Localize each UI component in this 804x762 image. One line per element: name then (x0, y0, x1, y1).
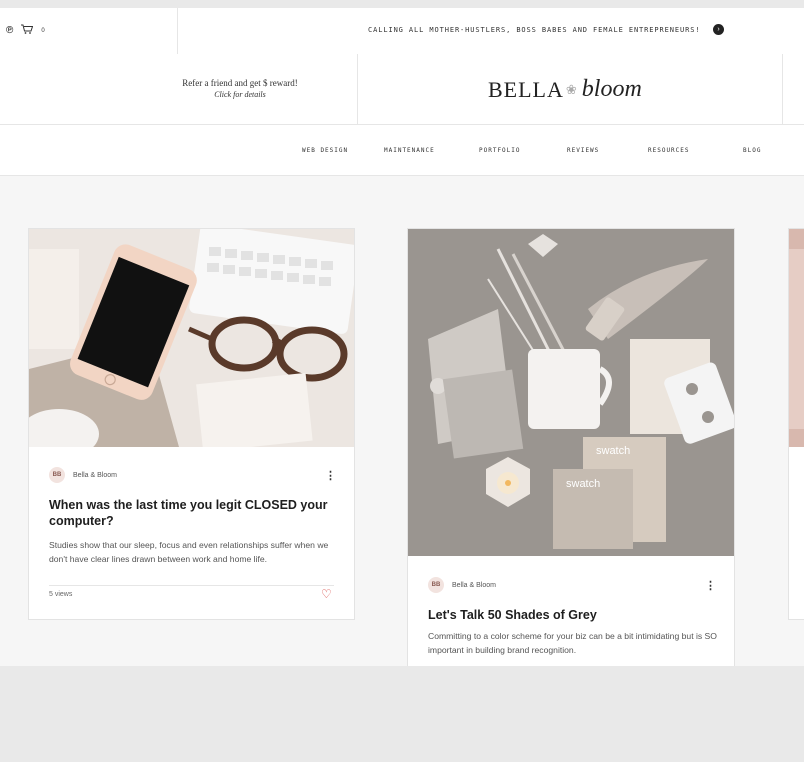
site-logo[interactable]: BELLA ❀ bloom (488, 76, 642, 103)
divider (177, 8, 178, 54)
post-image-desk-phone-glasses[interactable] (29, 229, 354, 447)
logo-text-bella: BELLA (488, 76, 564, 102)
post-title[interactable]: When was the last time you legit CLOSED … (49, 497, 334, 529)
pinterest-icon[interactable]: ℗ (6, 25, 13, 36)
cart-count: 0 (41, 27, 45, 34)
main-nav: WEB DESIGN MAINTENANCE PORTFOLIO REVIEWS… (0, 125, 804, 176)
announcement-text[interactable]: CALLING ALL MOTHER-HUSTLERS, BOSS BABES … (368, 26, 700, 34)
divider (782, 54, 783, 124)
nav-reviews[interactable]: REVIEWS (567, 147, 599, 154)
nav-maintenance[interactable]: MAINTENANCE (384, 147, 435, 154)
divider (49, 585, 334, 586)
flower-icon: ❀ (565, 81, 578, 97)
arrow-right-icon[interactable]: › (713, 24, 724, 35)
site-header: Refer a friend and get $ reward! Click f… (0, 54, 804, 125)
cart-icon[interactable] (21, 24, 34, 37)
swatch-label: swatch (566, 478, 600, 490)
divider (357, 54, 358, 124)
nav-resources[interactable]: RESOURCES (648, 147, 690, 154)
post-author[interactable]: BB Bella & Bloom (428, 577, 496, 593)
post-title[interactable]: Let's Talk 50 Shades of Grey (428, 607, 713, 623)
social-cart-icons: ℗ 0 (6, 24, 45, 37)
author-avatar: BB (49, 467, 65, 483)
referral-text: Refer a friend and get $ reward! (182, 78, 298, 88)
blog-post-card[interactable]: BB Bella & Bloom ⋮ When was the last tim… (28, 228, 355, 620)
post-excerpt: Committing to a color scheme for your bi… (428, 631, 717, 655)
author-avatar: BB (428, 577, 444, 593)
post-image-grey-flatlay[interactable]: swatch swatch (408, 229, 734, 556)
nav-web-design[interactable]: WEB DESIGN (302, 147, 348, 154)
author-name: Bella & Bloom (73, 471, 117, 479)
top-bar: ℗ 0 CALLING ALL MOTHER-HUSTLERS, BOSS BA… (0, 8, 804, 55)
logo-text-bloom: bloom (581, 76, 642, 102)
post-excerpt: Studies show that our sleep, focus and e… (49, 540, 329, 564)
blog-post-card[interactable] (788, 228, 804, 620)
author-name: Bella & Bloom (452, 581, 496, 589)
post-image[interactable] (789, 229, 804, 447)
view-count: 5 views (49, 591, 73, 598)
more-options-icon[interactable]: ⋮ (325, 469, 336, 482)
nav-portfolio[interactable]: PORTFOLIO (479, 147, 521, 154)
swatch-label: swatch (596, 445, 630, 457)
post-author[interactable]: BB Bella & Bloom (49, 467, 117, 483)
nav-blog[interactable]: BLOG (743, 147, 761, 154)
referral-subtext: Click for details (214, 90, 266, 99)
heart-icon[interactable]: ♡ (321, 587, 332, 601)
blog-post-card[interactable]: swatch swatch BB Bella & Bloom ⋮ Let's T… (407, 228, 735, 666)
more-options-icon[interactable]: ⋮ (705, 579, 716, 592)
browser-page: ℗ 0 CALLING ALL MOTHER-HUSTLERS, BOSS BA… (0, 8, 804, 666)
referral-promo[interactable]: Refer a friend and get $ reward! Click f… (140, 78, 340, 100)
